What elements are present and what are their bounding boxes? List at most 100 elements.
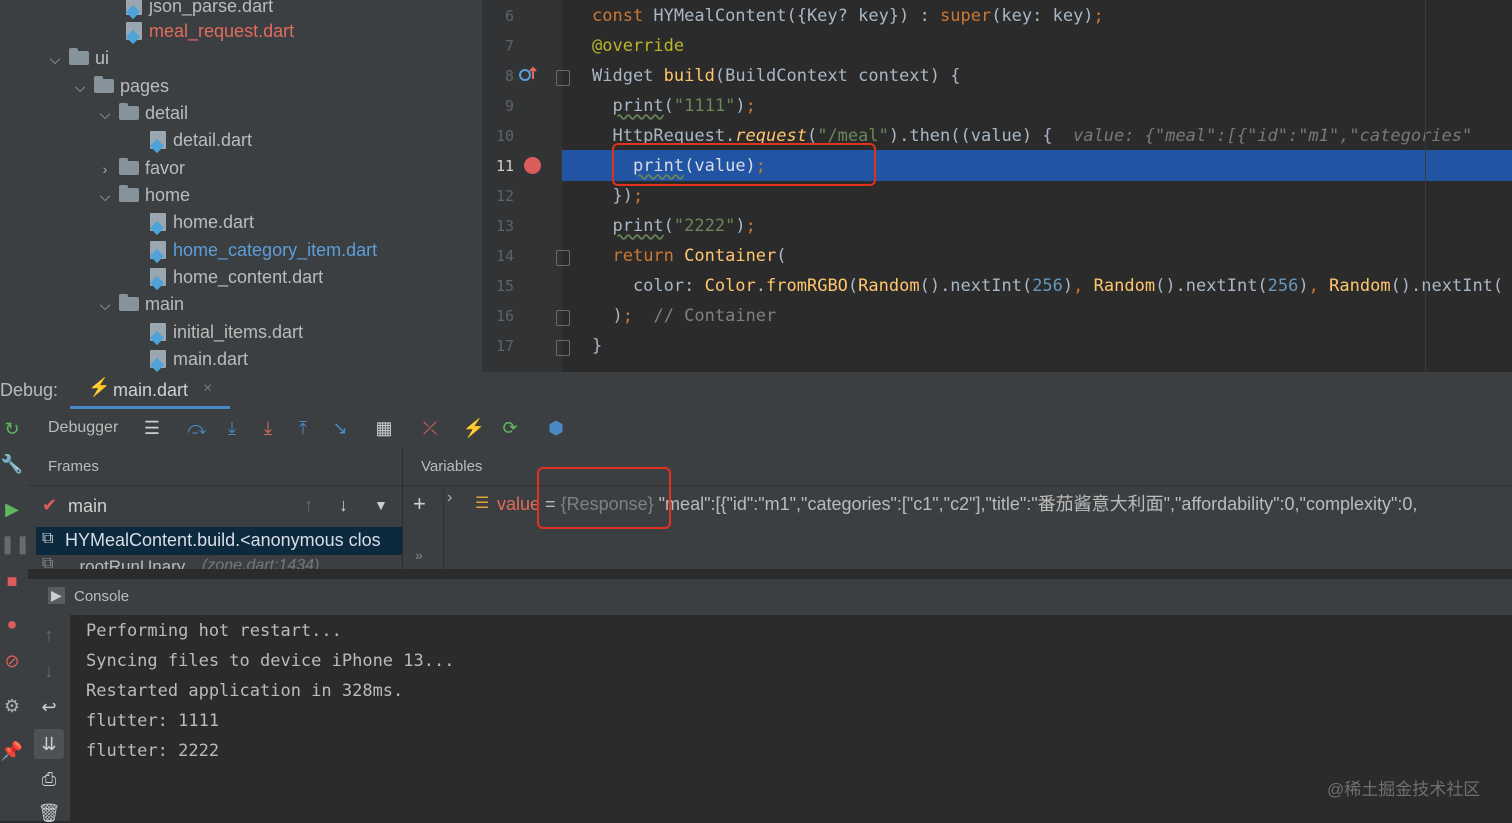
fold-icon[interactable] <box>556 70 570 86</box>
view-breakpoints-icon[interactable]: ● <box>0 614 24 634</box>
watermark: @稀土掘金技术社区 <box>1327 780 1481 799</box>
arrow-up-icon[interactable]: ↑ <box>304 495 313 516</box>
code-line[interactable]: @override <box>592 31 684 61</box>
code-line[interactable]: ); // Container <box>592 301 776 331</box>
line-number: 16 <box>495 307 514 325</box>
add-watch-icon[interactable]: + <box>413 491 426 517</box>
frames-header: Frames <box>48 458 99 475</box>
tree-folder-favor[interactable]: › favor <box>96 155 185 182</box>
chevron-down-icon[interactable]: ⌵ <box>71 74 89 101</box>
variable-value: "meal":[{"id":"m1","categories":["c1","c… <box>658 494 1418 514</box>
fold-icon[interactable] <box>556 340 570 356</box>
frame-icon: ⧉ <box>42 530 54 547</box>
tree-file-detail[interactable]: detail.dart <box>150 127 252 154</box>
right-margin-guide <box>1425 0 1426 372</box>
frame-row-selected[interactable]: ⧉ HYMealContent.build.<anonymous clos <box>36 527 402 555</box>
fold-icon[interactable] <box>556 250 570 266</box>
override-gutter-icon[interactable] <box>518 65 540 85</box>
chevron-down-icon[interactable]: ⌵ <box>96 183 114 210</box>
run-to-cursor-icon[interactable]: ↘ <box>328 418 352 438</box>
drop-frame-icon[interactable]: ⤫ <box>418 418 442 438</box>
tree-folder-home[interactable]: ⌵ home <box>96 182 190 209</box>
list-icon[interactable]: ☰ <box>140 418 164 438</box>
pin-icon[interactable]: 📌 <box>0 741 24 761</box>
flutter-icon: ⚡ <box>88 377 111 397</box>
trash-icon[interactable]: 🗑 <box>37 803 61 823</box>
chevron-right-icon[interactable]: › <box>96 156 114 183</box>
check-icon: ✔ <box>42 495 58 515</box>
tree-folder-ui[interactable]: ⌵ ui <box>46 45 109 72</box>
resume-icon[interactable]: ▶ <box>0 499 24 519</box>
debug-label: Debug: <box>0 380 59 400</box>
line-number: 14 <box>495 247 514 265</box>
tree-folder-pages[interactable]: ⌵ pages <box>71 73 169 100</box>
step-out-icon[interactable]: ⤒ <box>291 418 315 438</box>
variables-header: Variables <box>421 458 483 475</box>
code-line[interactable]: return Container( <box>592 241 786 271</box>
code-line[interactable]: color: Color.fromRGBO(Random().nextInt(2… <box>592 271 1503 301</box>
chevron-right-icon[interactable]: › <box>447 489 452 507</box>
tree-folder-detail[interactable]: ⌵ detail <box>96 100 188 127</box>
debug-side-toolbar: ↻ 🔧 ▶ ❚❚ ■ ● ⊘ ⚙ 📌 <box>0 409 30 821</box>
tree-folder-main[interactable]: ⌵ main <box>96 291 184 318</box>
tab-label: main.dart <box>113 380 189 400</box>
console-output[interactable]: Performing hot restart... Syncing files … <box>70 615 1512 821</box>
line-number: 13 <box>495 217 514 235</box>
tree-file-home-category-item[interactable]: home_category_item.dart <box>150 237 377 264</box>
folder-icon <box>119 185 140 202</box>
chevron-down-icon[interactable]: ⌵ <box>96 292 114 319</box>
code-line[interactable]: Widget build(BuildContext context) { <box>592 61 960 91</box>
breakpoint-icon[interactable] <box>524 157 541 174</box>
fold-icon[interactable] <box>556 310 570 326</box>
tab-debugger[interactable]: Debugger <box>48 419 118 437</box>
step-over-icon[interactable]: ⤼ <box>185 418 209 438</box>
pause-icon[interactable]: ❚❚ <box>0 534 30 554</box>
print-icon[interactable]: ⎙ <box>37 769 61 789</box>
code-editor[interactable]: 6 7 8 9 10 11 12 13 14 15 16 17 const HY… <box>482 0 1512 372</box>
rerun-icon[interactable]: ↻ <box>0 419 24 439</box>
mute-breakpoints-icon[interactable]: ⊘ <box>0 651 24 671</box>
gear-icon[interactable]: ⚙ <box>0 696 24 716</box>
tree-file-home-content[interactable]: home_content.dart <box>150 264 323 291</box>
close-icon[interactable]: × <box>203 380 212 398</box>
tree-file-home[interactable]: home.dart <box>150 209 254 236</box>
step-into-icon[interactable]: ⤓ <box>220 418 244 438</box>
tree-file-json-parse[interactable]: json_parse.dart <box>126 0 273 20</box>
tree-file-meal-request[interactable]: meal_request.dart <box>126 18 294 45</box>
soft-wrap-icon[interactable]: ↩ <box>37 697 61 717</box>
scroll-to-end-icon[interactable]: ⇊ <box>34 729 64 759</box>
line-number: 9 <box>504 97 514 115</box>
tree-file-main[interactable]: main.dart <box>150 346 248 372</box>
console-icon: ▶ <box>48 587 65 604</box>
console-line: flutter: 2222 <box>86 741 220 761</box>
evaluate-expression-icon[interactable]: ▦ <box>372 418 396 438</box>
arrow-up-icon[interactable]: ↑ <box>37 625 61 645</box>
code-line[interactable]: print("2222"); <box>592 211 755 241</box>
folder-icon <box>119 158 140 175</box>
wrench-icon[interactable]: 🔧 <box>0 454 24 474</box>
hot-restart-icon[interactable]: ⟳ <box>498 418 522 438</box>
chevron-down-icon[interactable]: ⌵ <box>96 101 114 128</box>
hot-reload-icon[interactable]: ⚡ <box>462 418 486 438</box>
tab-main-dart[interactable]: ⚡ main.dart × <box>70 372 230 409</box>
dart-devtools-icon[interactable]: ⬢ <box>544 418 568 438</box>
line-number: 8 <box>504 67 514 85</box>
arrow-down-icon[interactable]: ↓ <box>37 661 61 681</box>
more-icon[interactable]: » <box>415 547 423 563</box>
code-line[interactable]: const HYMealContent({Key? key}) : super(… <box>592 1 1104 31</box>
thread-selector[interactable]: main <box>68 496 107 517</box>
frame-label: HYMealContent.build.<anonymous clos <box>65 530 381 550</box>
stop-icon[interactable]: ■ <box>0 571 24 591</box>
console-line: Syncing files to device iPhone 13... <box>86 651 455 671</box>
code-line[interactable]: } <box>592 331 602 361</box>
tree-file-initial-items[interactable]: initial_items.dart <box>150 319 303 346</box>
console-line: flutter: 1111 <box>86 711 220 731</box>
chevron-down-icon[interactable]: ⌵ <box>46 46 64 73</box>
code-line[interactable]: print("1111"); <box>592 91 755 121</box>
dropdown-icon[interactable]: ▼ <box>374 497 388 513</box>
debugger-toolbar: Debugger ☰ ⤼ ⤓ ⤓ ⤒ ↘ ▦ ⤫ ⚡ ⟳ ⬢ <box>0 409 1512 448</box>
arrow-down-icon[interactable]: ↓ <box>339 495 348 516</box>
frame-row[interactable]: ⧉ _rootRunUnary (zone.dart:1434) <box>36 555 402 569</box>
tab-console[interactable]: Console <box>74 588 129 605</box>
force-step-into-icon[interactable]: ⤓ <box>256 418 280 438</box>
